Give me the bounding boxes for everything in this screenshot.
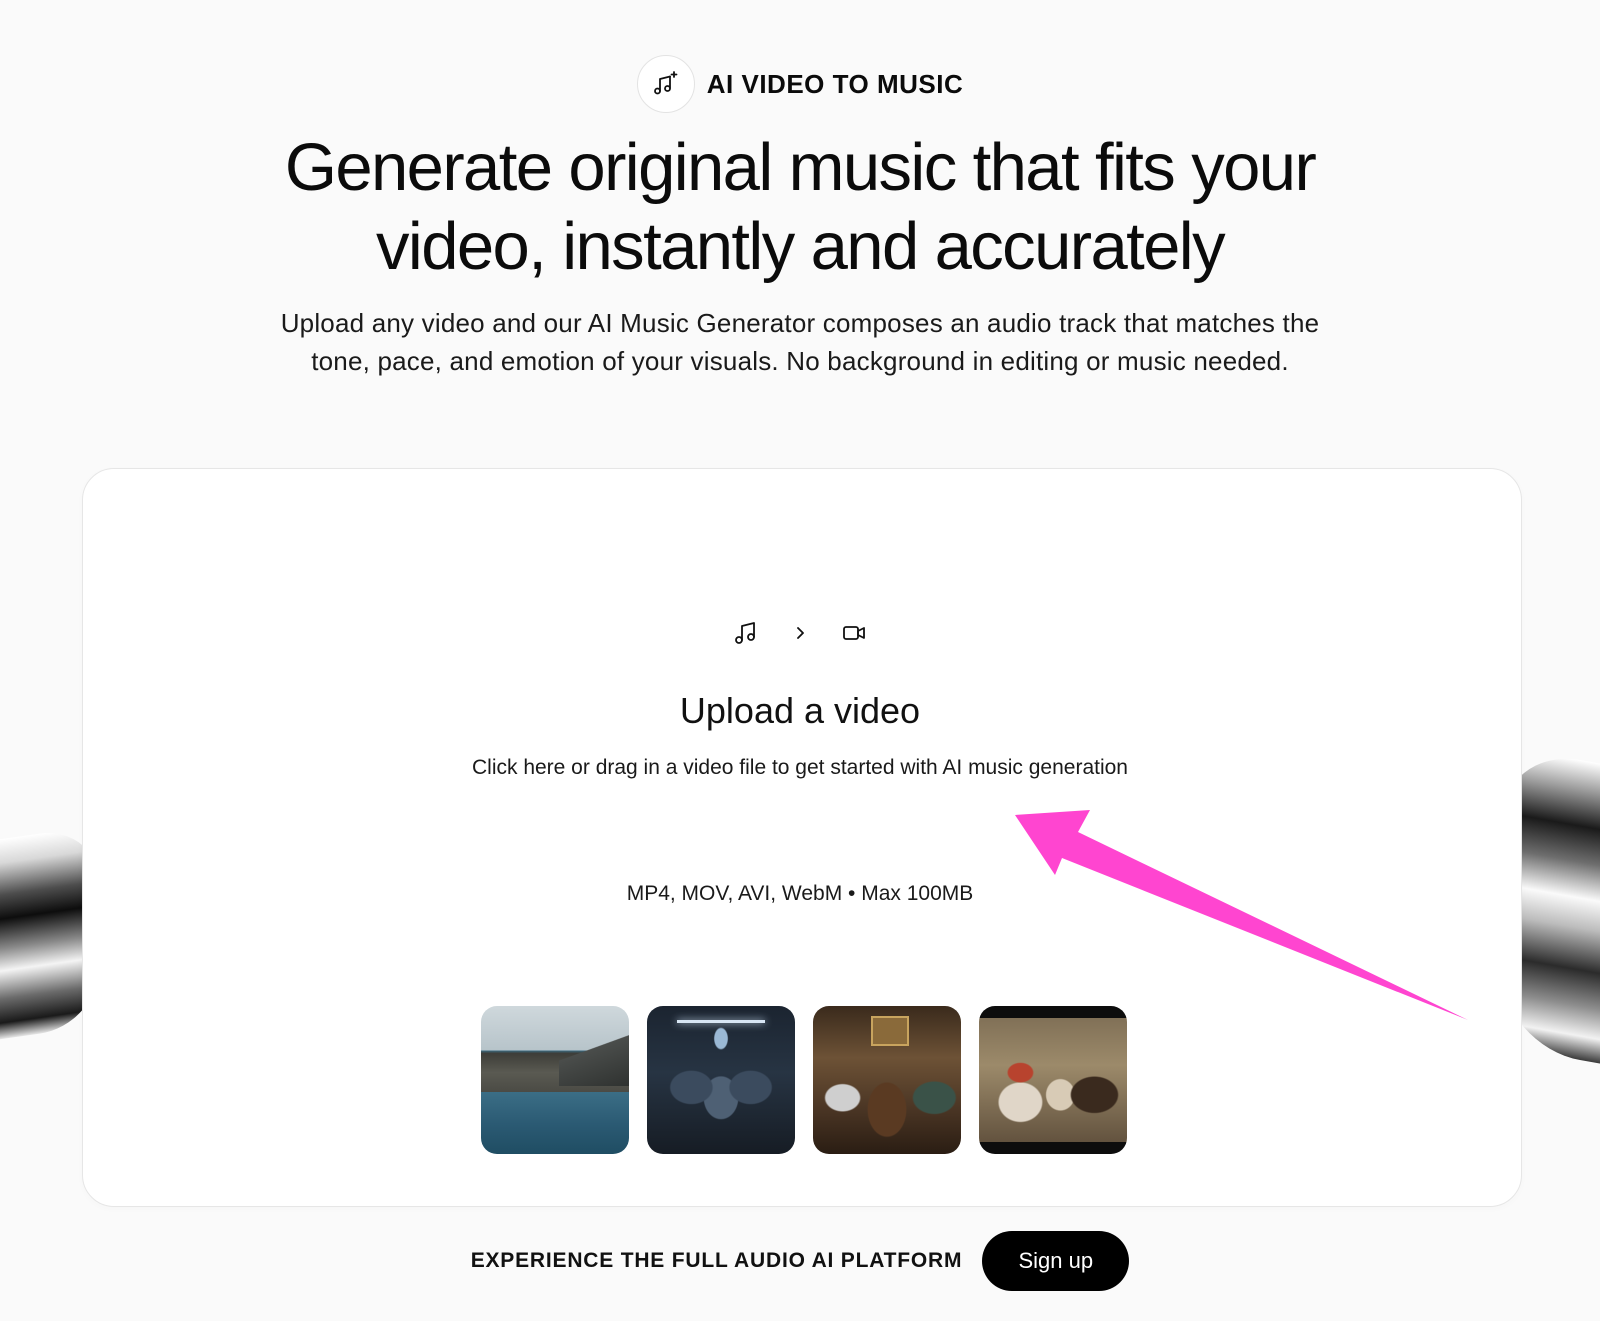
upload-description: Click here or drag in a video file to ge… [471, 756, 1128, 779]
video-camera-icon [841, 620, 867, 646]
supported-formats: MP4, MOV, AVI, WebM • Max 100MB [626, 882, 974, 905]
cta-text: EXPERIENCE THE FULL AUDIO AI PLATFORM [470, 1249, 963, 1272]
chevron-right-icon [787, 620, 813, 646]
headline-line-2: video, instantly and accurately [376, 209, 1226, 284]
product-badge: AI VIDEO TO MUSIC [0, 55, 1600, 113]
upload-title: Upload a video [679, 690, 921, 731]
sign-up-button[interactable]: Sign up [982, 1231, 1130, 1291]
subtitle-line-1: Upload any video and our AI Music Genera… [280, 308, 1320, 338]
page: AI VIDEO TO MUSIC Generate original musi… [0, 0, 1600, 1321]
footer-cta: EXPERIENCE THE FULL AUDIO AI PLATFORM Si… [0, 1231, 1600, 1291]
sample-video-soldiers-thumbnail[interactable] [647, 1006, 795, 1154]
headline-line-1: Generate original music that fits your [284, 130, 1317, 205]
sample-videos [481, 1006, 1127, 1154]
music-notes-sparkle-icon [636, 55, 695, 113]
page-subtitle: Upload any video and our AI Music Genera… [220, 304, 1380, 380]
badge-label: AI VIDEO TO MUSIC [706, 68, 964, 99]
upload-flow-icons [0, 620, 1600, 646]
sample-video-parlor-thumbnail[interactable] [813, 1006, 961, 1154]
sample-video-pirates-thumbnail[interactable] [979, 1006, 1127, 1154]
music-note-icon [733, 620, 759, 646]
page-title: Generate original music that fits your v… [0, 128, 1600, 286]
sample-video-lake-thumbnail[interactable] [481, 1006, 629, 1154]
subtitle-line-2: tone, pace, and emotion of your visuals.… [311, 346, 1289, 376]
